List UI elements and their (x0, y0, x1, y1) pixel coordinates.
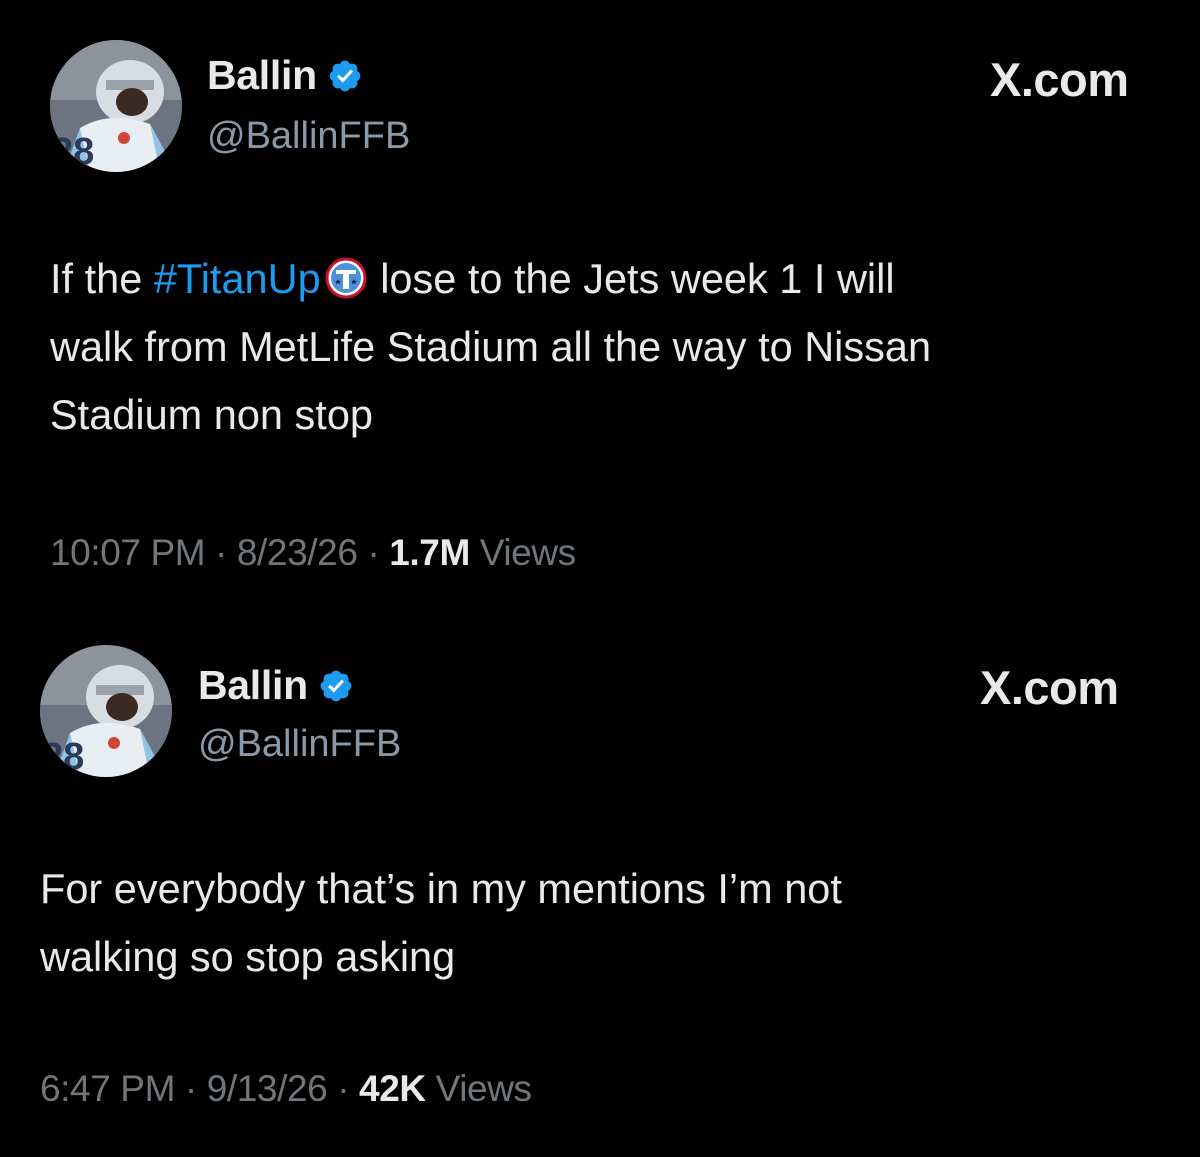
avatar-image: 28 (40, 645, 172, 777)
jersey-number: 28 (42, 736, 84, 777)
titans-logo-icon (325, 257, 367, 299)
meta-separator: · (327, 1068, 360, 1109)
avatar[interactable]: 28 (50, 40, 182, 172)
views-label: Views (469, 532, 576, 573)
author-name-row: Ballin (207, 52, 363, 99)
tweet-time[interactable]: 6:47 PM (40, 1068, 175, 1109)
views-count: 1.7M (389, 532, 470, 573)
avatar[interactable]: 28 (40, 645, 172, 777)
x-com-brand: X.com (990, 53, 1129, 106)
tweet-text: If the #TitanUp lose to the Jets week 1 … (50, 245, 1160, 449)
avatar-image: 28 (50, 40, 182, 172)
x-com-brand: X.com (980, 661, 1119, 714)
views-count: 42K (359, 1068, 426, 1109)
verified-badge-icon (329, 60, 361, 91)
author-handle[interactable]: @BallinFFB (198, 723, 401, 766)
verified-badge-icon (320, 670, 352, 701)
tweet-text: For everybody that’s in my mentions I’m … (40, 865, 842, 980)
hashtag-link[interactable]: #TitanUp (154, 255, 321, 302)
tweet-time[interactable]: 10:07 PM (50, 532, 206, 573)
meta-separator: · (205, 532, 237, 573)
display-name[interactable]: Ballin (198, 662, 308, 709)
tweet-date[interactable]: 9/13/26 (207, 1068, 328, 1109)
tweet-meta: 10:07 PM · 8/23/26 · 1.7M Views (50, 532, 576, 574)
meta-separator: · (175, 1068, 207, 1109)
views-label: Views (425, 1068, 532, 1109)
tweet-text-prefix: If the (50, 255, 154, 302)
meta-separator: · (357, 532, 390, 573)
author-handle[interactable]: @BallinFFB (207, 115, 410, 158)
tweet-meta: 6:47 PM · 9/13/26 · 42K Views (40, 1068, 532, 1110)
jersey-number: 28 (52, 131, 94, 172)
author-name-row: Ballin (198, 662, 354, 709)
tweet-date[interactable]: 8/23/26 (237, 532, 358, 573)
display-name[interactable]: Ballin (207, 52, 317, 99)
